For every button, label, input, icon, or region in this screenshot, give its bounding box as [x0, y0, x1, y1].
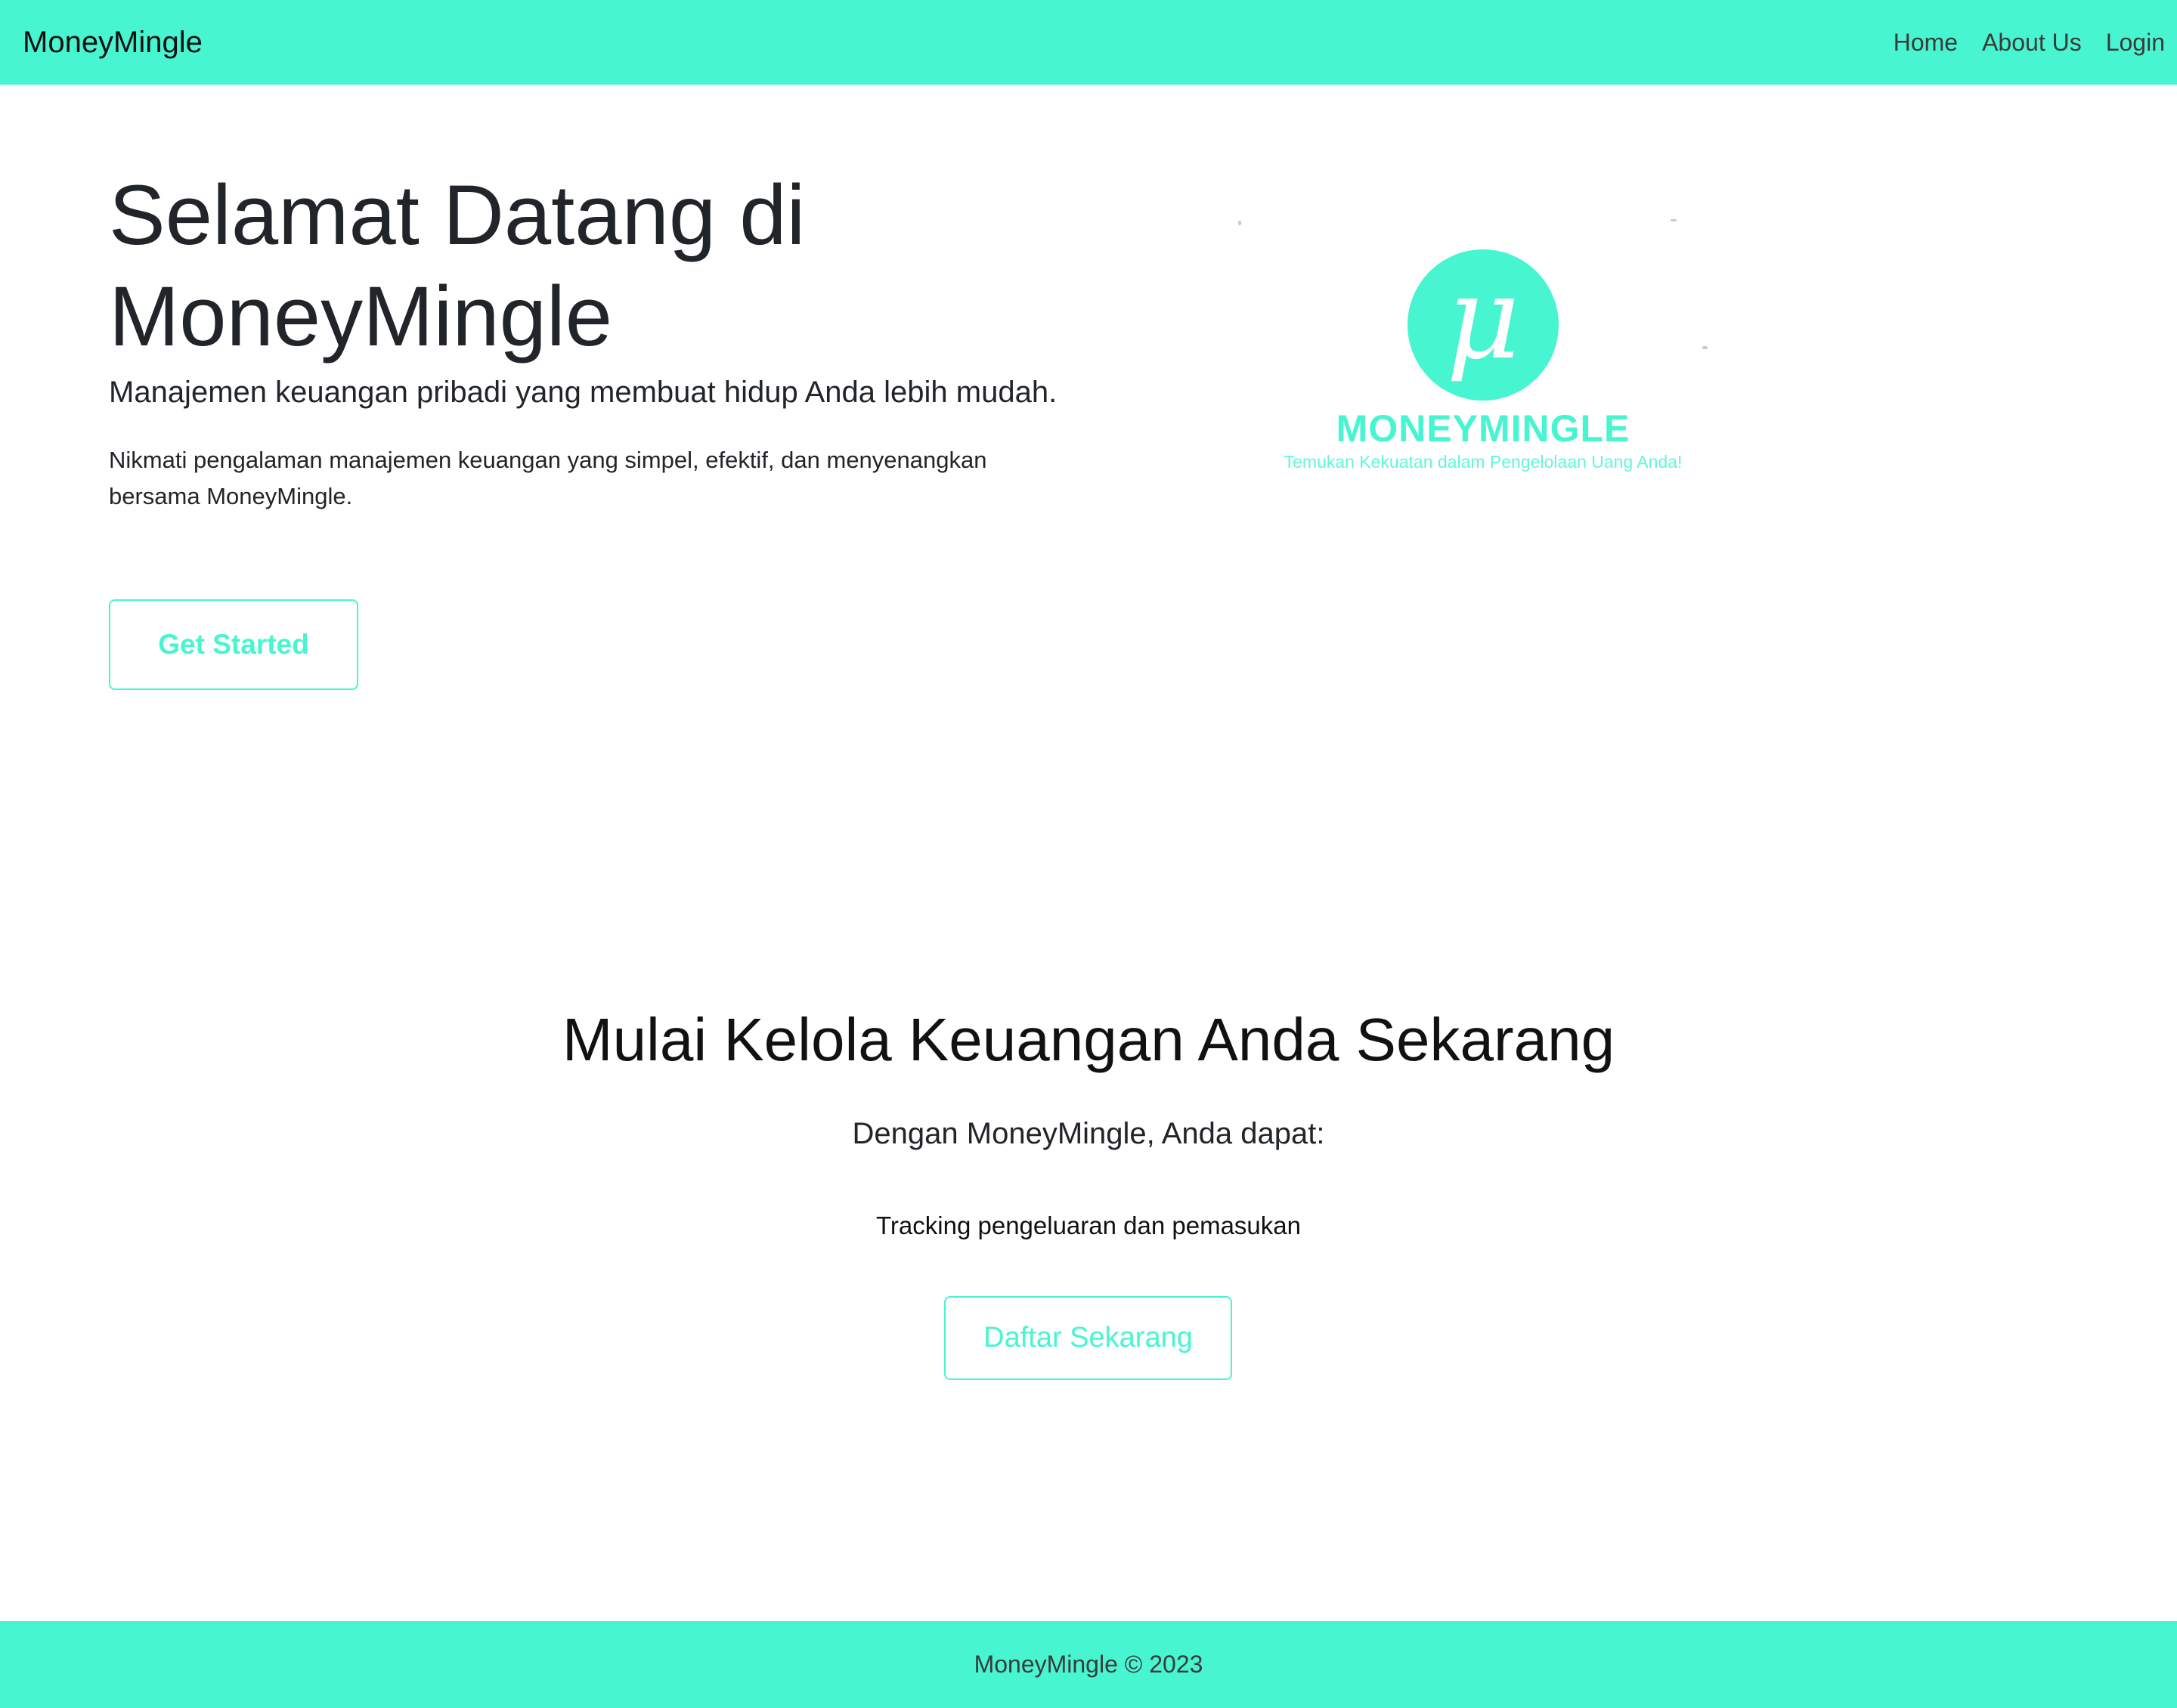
nav-link-login[interactable]: Login [2106, 29, 2165, 57]
footer: MoneyMingle © 2023 [0, 1621, 2177, 1708]
logo-tagline: Temukan Kekuatan dalam Pengelolaan Uang … [1284, 452, 1683, 472]
feature-item: Tracking pengeluaran dan pemasukan [876, 1211, 1301, 1239]
hero-description: Nikmati pengalaman manajemen keuangan ya… [109, 447, 987, 509]
brand-link[interactable]: MoneyMingle [23, 26, 203, 60]
cta-lead: Dengan MoneyMingle, Anda dapat: [852, 1117, 1325, 1150]
register-now-button[interactable]: Daftar Sekarang [944, 1296, 1232, 1380]
mu-icon: μ [1446, 253, 1520, 385]
logo-circle: μ [1407, 249, 1559, 401]
footer-copyright: MoneyMingle © 2023 [974, 1651, 1203, 1678]
logo-speck [1671, 219, 1677, 221]
logo-speck [1238, 221, 1241, 225]
get-started-button[interactable]: Get Started [109, 599, 358, 690]
nav-link-home[interactable]: Home [1894, 29, 1958, 57]
moneymingle-logo: μ MONEYMINGLE Temukan Kekuatan dalam Pen… [1225, 204, 1754, 491]
logo-wordmark: MONEYMINGLE [1336, 407, 1630, 450]
logo-speck [1702, 346, 1708, 349]
nav-links: Home About Us Login [1894, 29, 2165, 57]
hero-title: Selamat Datang di MoneyMingle [109, 168, 806, 364]
hero-lead: Manajemen keuangan pribadi yang membuat … [109, 376, 1058, 409]
cta-title: Mulai Kelola Keuangan Anda Sekarang [562, 1006, 1615, 1073]
navbar: MoneyMingle Home About Us Login [0, 0, 2177, 85]
nav-link-about-us[interactable]: About Us [1982, 29, 2082, 57]
